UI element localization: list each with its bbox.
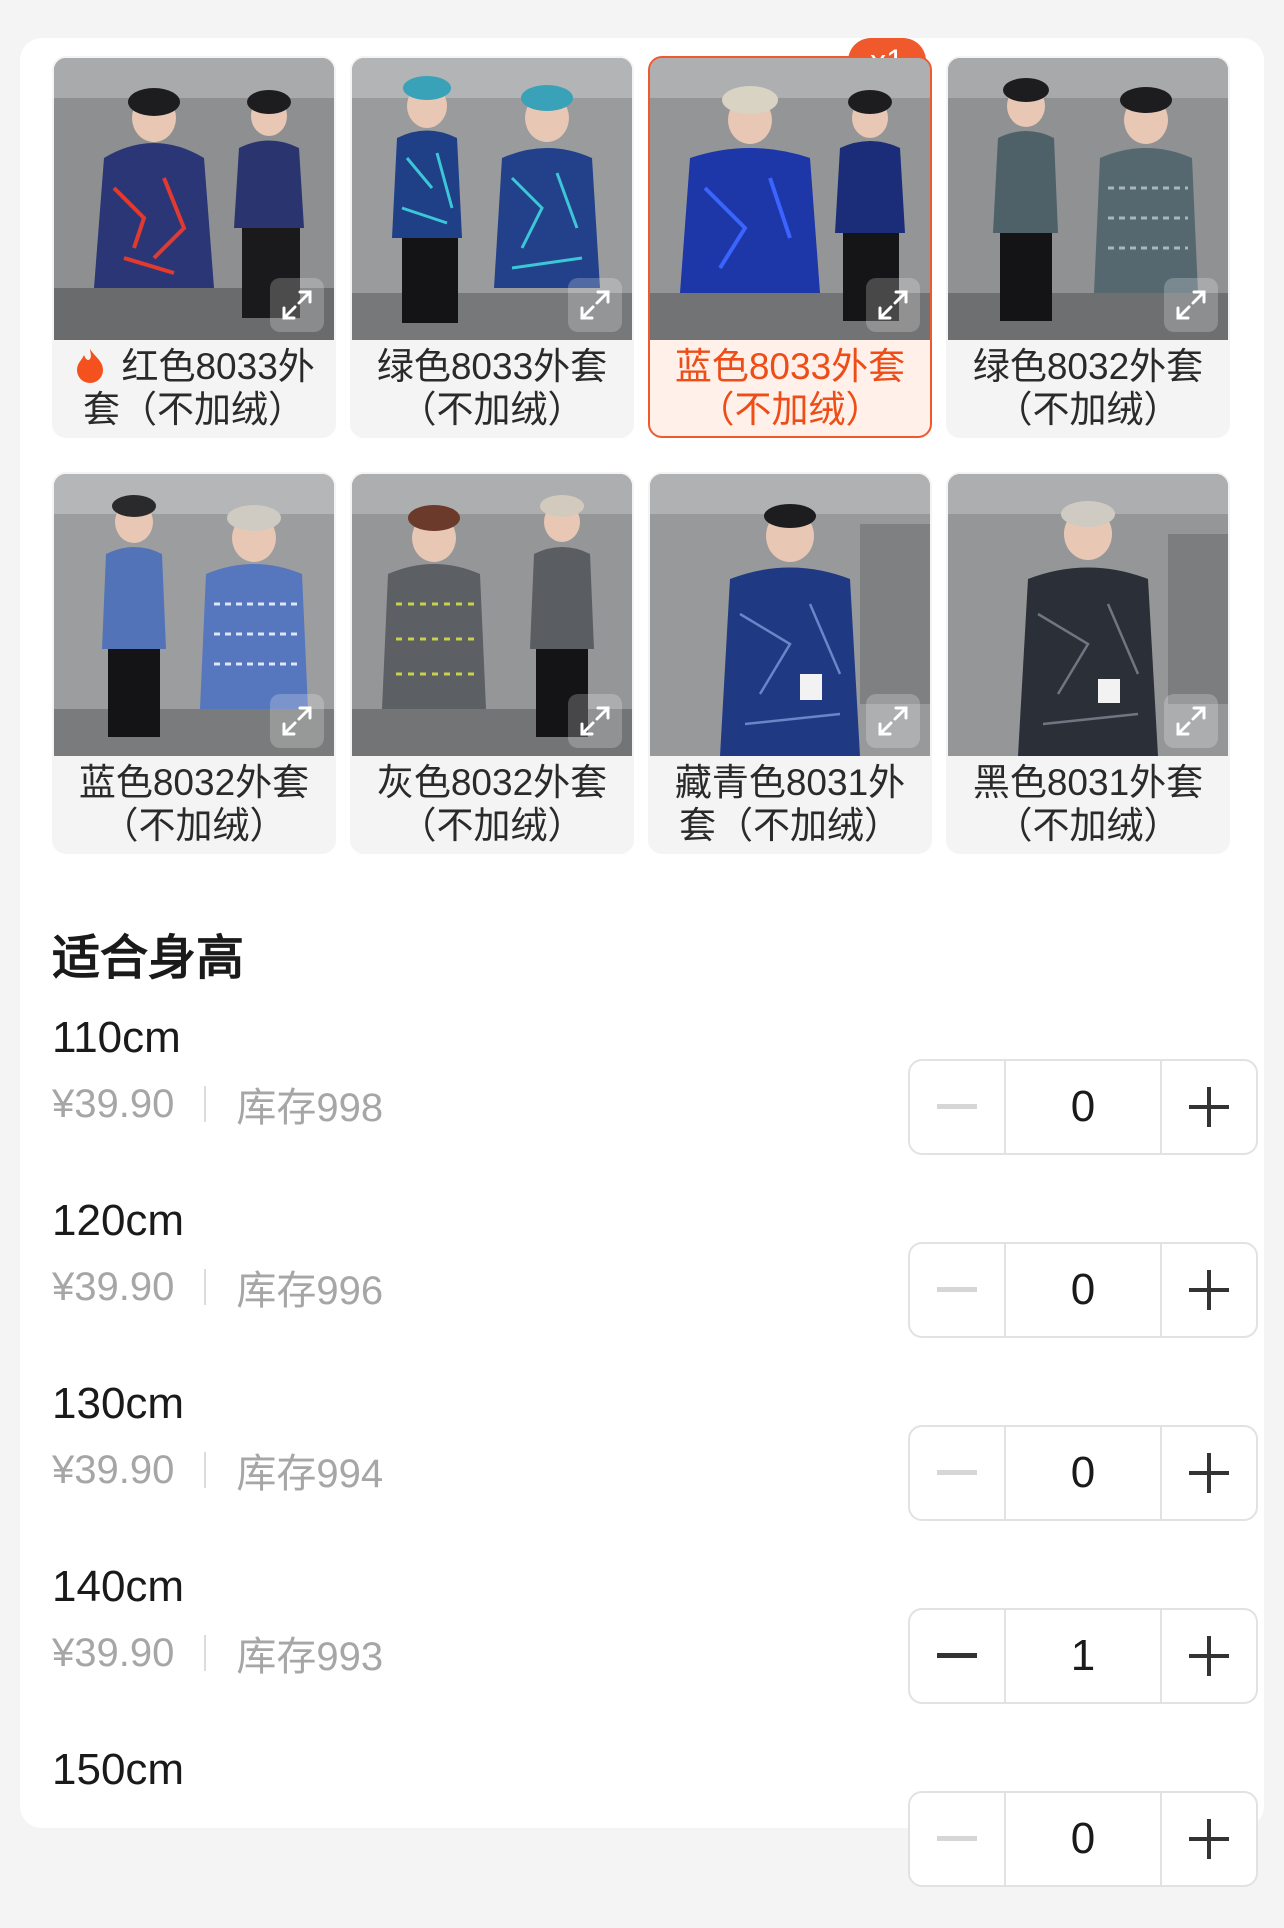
stock: 库存996 (236, 1269, 384, 1313)
quantity-value[interactable]: 1 (1004, 1610, 1162, 1702)
quantity-value[interactable]: 0 (1004, 1793, 1162, 1885)
variant-image (54, 58, 334, 340)
price: ¥39.90 (52, 1630, 175, 1675)
stock: 库存993 (236, 1635, 384, 1679)
variant-label: 蓝色8032外套（不加绒） (78, 762, 310, 846)
variant-label: 藏青色8031外套（不加绒） (674, 762, 906, 846)
size-row-110: 110cm ¥39.90 库存998 0 (52, 1013, 1258, 1196)
variant-label: 绿色8033外套（不加绒） (376, 346, 608, 430)
fire-icon (73, 346, 117, 387)
decrement-button[interactable] (910, 1244, 1004, 1336)
variant-image (54, 474, 334, 756)
plus-icon (1189, 1087, 1229, 1127)
minus-icon (937, 1104, 977, 1109)
variant-label: 绿色8032外套（不加绒） (972, 346, 1204, 430)
increment-button[interactable] (1162, 1610, 1256, 1702)
expand-icon[interactable] (270, 278, 324, 332)
variant-card-red-8033[interactable]: 红色8033外套（不加绒） (52, 56, 336, 438)
increment-button[interactable] (1162, 1061, 1256, 1153)
variant-image (352, 58, 632, 340)
size-label: 140cm (52, 1562, 185, 1611)
divider (204, 1086, 207, 1122)
minus-icon (937, 1836, 977, 1841)
size-meta: ¥39.90 库存996 (52, 1258, 383, 1316)
size-row-120: 120cm ¥39.90 库存996 0 (52, 1196, 1258, 1379)
quantity-value[interactable]: 0 (1004, 1244, 1162, 1336)
divider (204, 1635, 207, 1671)
variant-image (352, 474, 632, 756)
minus-icon (937, 1287, 977, 1292)
section-title-height: 适合身高 (52, 932, 245, 985)
size-row-130: 130cm ¥39.90 库存994 0 (52, 1379, 1258, 1562)
size-label: 130cm (52, 1379, 185, 1428)
quantity-stepper: 0 (908, 1059, 1258, 1155)
variant-card-blue-8033[interactable]: x1 蓝色8033外套（ (648, 38, 932, 438)
quantity-value[interactable]: 0 (1004, 1427, 1162, 1519)
minus-icon (937, 1653, 977, 1658)
size-label: 150cm (52, 1745, 185, 1794)
expand-icon[interactable] (866, 278, 920, 332)
expand-icon[interactable] (568, 694, 622, 748)
stock: 库存994 (236, 1452, 384, 1496)
variant-card-navy-8031[interactable]: 藏青色8031外套（不加绒） (648, 472, 932, 854)
variant-image (948, 58, 1228, 340)
variant-label: 黑色8031外套（不加绒） (972, 762, 1204, 846)
increment-button[interactable] (1162, 1427, 1256, 1519)
expand-icon[interactable] (866, 694, 920, 748)
decrement-button[interactable] (910, 1061, 1004, 1153)
price: ¥39.90 (52, 1081, 175, 1126)
price: ¥39.90 (52, 1447, 175, 1492)
variant-card-black-8031[interactable]: 黑色8031外套（不加绒） (946, 472, 1230, 854)
quantity-stepper: 0 (908, 1242, 1258, 1338)
divider (204, 1269, 207, 1305)
size-label: 120cm (52, 1196, 185, 1245)
variant-card-blue-8032[interactable]: 蓝色8032外套（不加绒） (52, 472, 336, 854)
increment-button[interactable] (1162, 1244, 1256, 1336)
sku-panel: 红色8033外套（不加绒） 绿色8033外套（不加绒） 蓝色8033外套（不加绒… (20, 38, 1264, 1887)
size-row-150: 150cm 0 (52, 1745, 1258, 1928)
increment-button[interactable] (1162, 1793, 1256, 1885)
variant-image (650, 474, 930, 756)
variant-label: 蓝色8033外套（不加绒） (674, 346, 906, 430)
quantity-stepper: 0 (908, 1425, 1258, 1521)
size-meta: ¥39.90 库存998 (52, 1075, 383, 1133)
variant-card-green-8032[interactable]: 绿色8032外套（不加绒） (946, 56, 1230, 438)
quantity-stepper: 0 (908, 1791, 1258, 1887)
divider (204, 1452, 207, 1488)
decrement-button[interactable] (910, 1427, 1004, 1519)
expand-icon[interactable] (270, 694, 324, 748)
plus-icon (1189, 1819, 1229, 1859)
decrement-button[interactable] (910, 1610, 1004, 1702)
variant-card-green-8033[interactable]: 绿色8033外套（不加绒） (350, 56, 634, 438)
variant-label: 灰色8032外套（不加绒） (376, 762, 608, 846)
expand-icon[interactable] (1164, 278, 1218, 332)
size-meta: ¥39.90 库存994 (52, 1441, 383, 1499)
variant-grid: 红色8033外套（不加绒） 绿色8033外套（不加绒） 蓝色8033外套（不加绒… (52, 38, 1258, 854)
expand-icon[interactable] (1164, 694, 1218, 748)
size-list: 110cm ¥39.90 库存998 0 120cm ¥39.90 库存996 … (52, 1013, 1258, 1928)
plus-icon (1189, 1270, 1229, 1310)
variant-image (948, 474, 1228, 756)
variant-card-grey-8032[interactable]: 灰色8032外套（不加绒） (350, 472, 634, 854)
decrement-button[interactable] (910, 1793, 1004, 1885)
plus-icon (1189, 1636, 1229, 1676)
size-label: 110cm (52, 1013, 181, 1062)
plus-icon (1189, 1453, 1229, 1493)
expand-icon[interactable] (568, 278, 622, 332)
quantity-value[interactable]: 0 (1004, 1061, 1162, 1153)
minus-icon (937, 1470, 977, 1475)
variant-label: 红色8033外套（不加绒） (54, 340, 334, 436)
price: ¥39.90 (52, 1264, 175, 1309)
quantity-stepper: 1 (908, 1608, 1258, 1704)
variant-image (650, 58, 930, 340)
stock: 库存998 (236, 1086, 384, 1130)
size-meta: ¥39.90 库存993 (52, 1624, 383, 1682)
size-row-140: 140cm ¥39.90 库存993 1 (52, 1562, 1258, 1745)
